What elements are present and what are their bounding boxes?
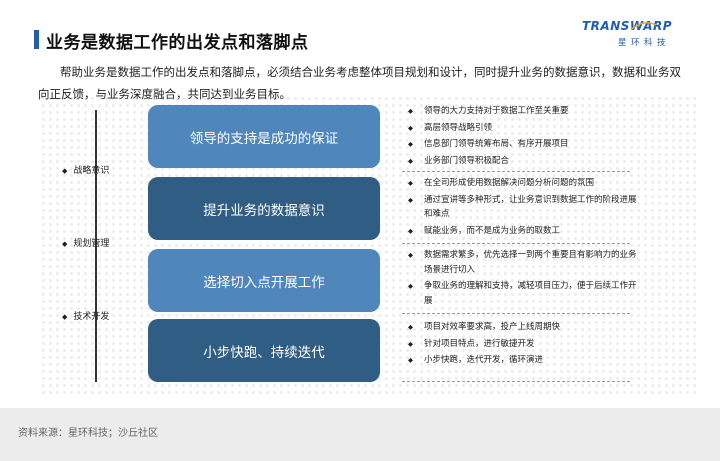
list-item: ◆ 针对项目特点，进行敏捷开发 [408,337,638,352]
section-divider [402,313,630,314]
list-item: ◆ 赋能业务，而不是成为业务的取数工 [408,224,638,239]
diamond-icon: ◆ [408,179,413,187]
section-box-entry-point: 选择切入点开展工作 [148,249,380,312]
section-box-iteration: 小步快跑、持续迭代 [148,319,380,382]
title-accent-bar [34,30,39,49]
side-label-strategy: ◆ 战略意识 [62,166,110,176]
logo-swoosh-icon [632,21,656,30]
slide-card: 业务是数据工作的出发点和落脚点 TRANSWARP 星环科技 帮助业务是数据工作… [0,0,720,408]
list-item: ◆ 业务部门领导积极配合 [408,154,638,169]
bullet-list-entry-point: ◆ 数据需求繁多，优先选择一到两个重要且有影响力的业务场景进行切入 ◆ 争取业务的理… [408,248,638,310]
intro-paragraph: 帮助业务是数据工作的出发点和落脚点，必须结合业务考虑整体项目规划和设计，同时提升… [38,65,681,101]
list-item: ◆ 小步快跑，迭代开发，循环演进 [408,353,638,368]
page-title: 业务是数据工作的出发点和落脚点 [46,33,309,53]
list-item: ◆ 信息部门领导统筹布局、有序开展项目 [408,137,638,152]
diamond-icon: ◆ [408,323,413,331]
diamond-icon: ◆ [408,356,413,364]
logo-brand: TRANSWARP [582,19,673,33]
list-item: ◆ 领导的大力支持对于数据工作至关重要 [408,104,638,119]
list-item: ◆ 数据需求繁多，优先选择一到两个重要且有影响力的业务场景进行切入 [408,250,637,275]
list-item: ◆ 在全司形成使用数据解决问题分析问题的氛围 [408,176,638,191]
diamond-icon: ◆ [408,107,413,115]
section-divider [402,381,630,382]
bullet-list-leadership: ◆ 领导的大力支持对于数据工作至关重要 ◆ 高层领导战略引领 ◆ 信息部门领导统筹布局… [408,104,638,170]
diamond-icon: ◆ [62,313,68,321]
diamond-icon: ◆ [408,226,413,235]
diamond-icon: ◆ [62,240,68,248]
list-item: ◆ 项目对效率要求高，投产上线周期快 [408,320,638,335]
diamond-icon: ◆ [62,167,68,175]
logo-subtitle: 星环科技 [618,38,671,48]
diamond-icon: ◆ [408,251,413,259]
list-item: ◆ 高层领导战略引领 [408,121,638,136]
list-item: ◆ 争取业务的理解和支持，减轻项目压力，便于后续工作开展 [408,281,637,306]
diamond-icon: ◆ [408,140,413,148]
diamond-icon: ◆ [408,195,413,204]
diamond-icon: ◆ [408,282,413,290]
source-caption: 资料来源：星环科技；沙丘社区 [18,428,158,439]
bullet-list-iteration: ◆ 项目对效率要求高，投产上线周期快 ◆ 针对项目特点，进行敏捷开发 ◆ 小步快跑，迭… [408,320,638,370]
list-item: ◆ 通过宣讲等多种形式，让业务意识到数据工作的阶段进展和难点 [408,194,637,220]
section-divider [402,171,630,172]
diamond-icon: ◆ [408,339,413,348]
section-box-awareness: 提升业务的数据意识 [148,177,380,240]
diamond-icon: ◆ [408,156,413,165]
side-label-tech: ◆ 技术开发 [62,312,110,322]
transwarp-logo: TRANSWARP 星环科技 [582,19,692,49]
section-divider [402,243,630,244]
side-label-planning: ◆ 规划管理 [62,239,110,249]
diamond-icon: ◆ [408,123,413,132]
section-box-leadership: 领导的支持是成功的保证 [148,105,380,168]
bullet-list-awareness: ◆ 在全司形成使用数据解决问题分析问题的氛围 ◆ 通过宣讲等多种形式，让业务意识到数… [408,176,638,240]
